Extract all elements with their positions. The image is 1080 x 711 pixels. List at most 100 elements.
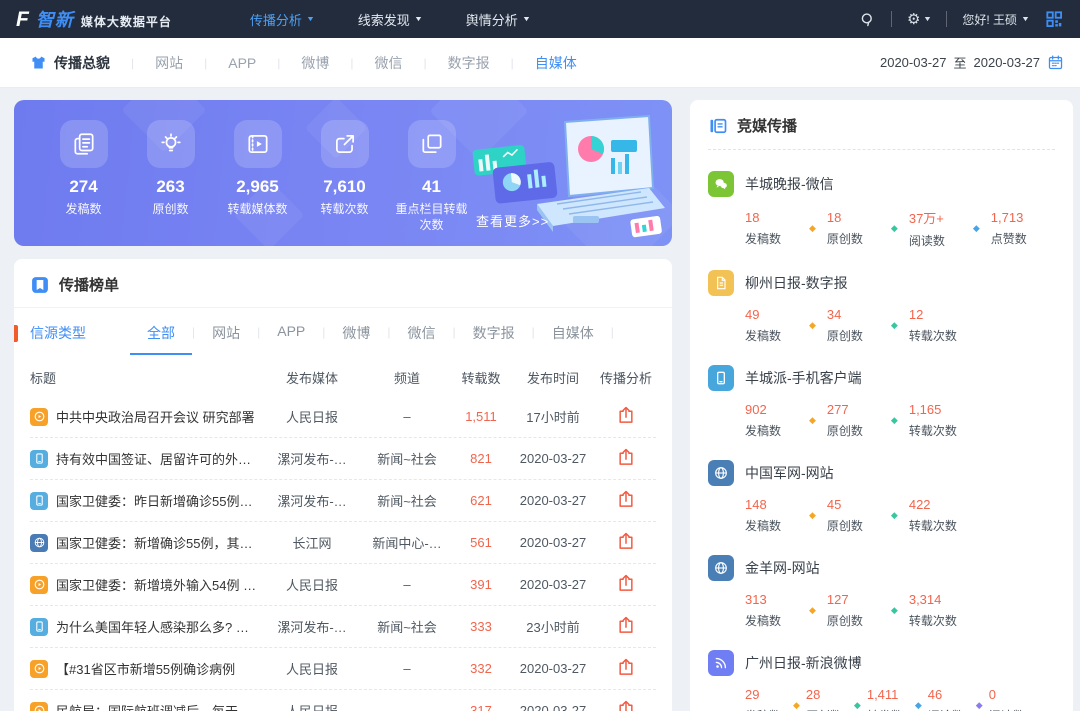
filter-tab-6[interactable]: 数字报 bbox=[456, 323, 532, 355]
spread-analysis-button[interactable] bbox=[616, 657, 636, 677]
banner-stats: 274 发稿数 263 原创数 2,965 转载媒体数 7,610 转载次数 4… bbox=[40, 120, 672, 233]
channel: – bbox=[362, 661, 452, 676]
logo-brand-text: 智新 bbox=[36, 6, 74, 32]
search-icon[interactable] bbox=[859, 11, 876, 28]
banner-stat-value: 2,965 bbox=[214, 177, 301, 197]
channel: 新闻~社会 bbox=[362, 491, 452, 510]
article-title-link[interactable]: 【#31省区市新增55例确诊病例 bbox=[56, 659, 235, 678]
article-title-link[interactable]: 民航局：国际航班调减后，每天… bbox=[56, 701, 251, 711]
diamond-separator-icon: ◆ bbox=[891, 320, 898, 331]
table-row: 国家卫健委：新增境外输入54例 … 人民日报 – 391 2020-03-27 bbox=[30, 564, 656, 606]
competitor-name-row[interactable]: 广州日报-新浪微博 bbox=[708, 650, 1055, 676]
qr-code-icon[interactable] bbox=[1044, 9, 1064, 29]
filter-tab-1[interactable]: 全部 bbox=[130, 323, 192, 355]
app-source-icon bbox=[30, 492, 48, 510]
tab-5[interactable]: 微信 bbox=[354, 53, 424, 73]
banner-stat-value: 274 bbox=[40, 177, 127, 197]
stat-value: 29 bbox=[745, 687, 793, 702]
filter-tab-4[interactable]: 微博 bbox=[325, 323, 387, 355]
publish-media: 人民日报 bbox=[262, 407, 362, 426]
source-type-filter-row: 信源类型 全部 | 网站 | APP | 微博 | 微信 | 数字报 | 自媒体… bbox=[14, 308, 672, 355]
competitor-name-row[interactable]: 柳州日报-数字报 bbox=[708, 270, 1055, 296]
filter-tab-7[interactable]: 自媒体 bbox=[535, 323, 611, 355]
banner-stat: 7,610 转载次数 bbox=[301, 120, 388, 233]
spread-analysis-button[interactable] bbox=[616, 447, 636, 467]
spread-analysis-button[interactable] bbox=[616, 615, 636, 635]
settings-gear-icon[interactable]: ⚙▼ bbox=[907, 10, 931, 28]
wechat-icon bbox=[708, 171, 734, 197]
repost-count: 332 bbox=[452, 661, 510, 676]
web-source-icon bbox=[30, 534, 48, 552]
banner-stat: 274 发稿数 bbox=[40, 120, 127, 233]
stat-value: 0 bbox=[989, 687, 1037, 702]
article-title-link[interactable]: 持有效中国签证、居留许可的外… bbox=[56, 449, 251, 468]
competitor-name-row[interactable]: 中国军网-网站 bbox=[708, 460, 1055, 486]
publish-media: 长江网 bbox=[262, 533, 362, 552]
banner-stat-value: 41 bbox=[388, 177, 475, 197]
spread-analysis-button[interactable] bbox=[616, 489, 636, 509]
stat-value: 1,411 bbox=[867, 687, 915, 702]
banner-stat: 41 重点栏目转载次数 bbox=[388, 120, 475, 233]
tab-3[interactable]: APP bbox=[207, 55, 277, 71]
nav-menu-2[interactable]: 线索发现▼ bbox=[358, 10, 422, 29]
stat-value: 1,713 bbox=[991, 210, 1055, 225]
spread-analysis-button[interactable] bbox=[616, 699, 636, 711]
competitor-name-row[interactable]: 羊城派-手机客户端 bbox=[708, 365, 1055, 391]
publish-time: 2020-03-27 bbox=[510, 493, 596, 508]
filter-tab-2[interactable]: 网站 bbox=[195, 323, 257, 355]
calendar-icon[interactable] bbox=[1047, 54, 1064, 71]
user-greeting-menu[interactable]: 您好! 王硕 ▼ bbox=[962, 11, 1029, 28]
stat-label: 转载次数 bbox=[909, 517, 973, 534]
diamond-separator-icon: ◆ bbox=[973, 223, 980, 234]
spread-analysis-button[interactable] bbox=[616, 531, 636, 551]
app-source-icon bbox=[30, 618, 48, 636]
section-tabs: 传播总貌 | 网站 | APP | 微博 | 微信 | 数字报 | 自媒体 bbox=[30, 53, 598, 73]
competitor-name-row[interactable]: 金羊网-网站 bbox=[708, 555, 1055, 581]
date-range-picker[interactable]: 2020-03-27 至 2020-03-27 bbox=[880, 53, 1064, 72]
diamond-separator-icon: ◆ bbox=[891, 605, 898, 616]
divider bbox=[891, 11, 892, 27]
filter-tab-3[interactable]: APP bbox=[260, 323, 322, 351]
col-header-time: 发布时间 bbox=[510, 368, 596, 387]
competitor-name: 羊城派-手机客户端 bbox=[745, 368, 862, 388]
divider bbox=[946, 11, 947, 27]
tab-6[interactable]: 数字报 bbox=[427, 53, 511, 73]
section-tab-bar: 传播总貌 | 网站 | APP | 微博 | 微信 | 数字报 | 自媒体 20… bbox=[0, 38, 1080, 88]
article-title-link[interactable]: 国家卫健委：昨日新增确诊55例… bbox=[56, 491, 252, 510]
competitor-stat: 0阅读数 bbox=[989, 687, 1037, 711]
spread-analysis-button[interactable] bbox=[616, 405, 636, 425]
article-title-link[interactable]: 为什么美国年轻人感染那么多? … bbox=[56, 617, 249, 636]
video-source-icon bbox=[30, 702, 48, 711]
tab-4[interactable]: 微博 bbox=[280, 53, 350, 73]
competitor-name: 羊城晚报-微信 bbox=[745, 174, 834, 194]
stat-label: 原创数 bbox=[827, 230, 891, 247]
competitor-stats: 313发稿数◆127原创数◆3,314转载次数 bbox=[745, 592, 1055, 629]
table-row: 国家卫健委：新增确诊55例，其… 长江网 新闻中心-… 561 2020-03-… bbox=[30, 522, 656, 564]
view-more-link[interactable]: 查看更多>> bbox=[476, 211, 549, 230]
spread-analysis-button[interactable] bbox=[616, 573, 636, 593]
nav-menu-3[interactable]: 舆情分析▼ bbox=[466, 10, 530, 29]
competitor-item: 中国军网-网站 148发稿数◆45原创数◆422转载次数 bbox=[708, 460, 1055, 534]
tab-1[interactable]: 传播总貌 bbox=[30, 53, 131, 73]
tab-7[interactable]: 自媒体 bbox=[514, 53, 598, 73]
filter-label[interactable]: 信源类型 bbox=[30, 323, 86, 355]
page-content: 274 发稿数 263 原创数 2,965 转载媒体数 7,610 转载次数 4… bbox=[0, 88, 1080, 711]
filter-tab-5[interactable]: 微信 bbox=[391, 323, 453, 355]
banner-stat-label: 转载媒体数 bbox=[214, 202, 301, 218]
article-title-link[interactable]: 国家卫健委：新增境外输入54例 … bbox=[56, 575, 256, 594]
article-title-link[interactable]: 中共中央政治局召开会议 研究部署 bbox=[56, 407, 255, 426]
nav-menu-1[interactable]: 传播分析▼ bbox=[250, 10, 314, 29]
stat-value: 313 bbox=[745, 592, 809, 607]
stat-value: 34 bbox=[827, 307, 891, 322]
stat-value: 28 bbox=[806, 687, 854, 702]
diamond-separator-icon: ◆ bbox=[976, 700, 983, 711]
app-logo[interactable]: F 智新 媒体大数据平台 bbox=[16, 6, 172, 32]
channel: 新闻中心-… bbox=[362, 533, 452, 552]
tab-2[interactable]: 网站 bbox=[134, 53, 204, 73]
article-title-link[interactable]: 国家卫健委：新增确诊55例，其… bbox=[56, 533, 252, 552]
competitor-name-row[interactable]: 羊城晚报-微信 bbox=[708, 171, 1055, 197]
diamond-separator-icon: ◆ bbox=[891, 510, 898, 521]
publish-time: 2020-03-27 bbox=[510, 451, 596, 466]
table-header-row: 标题 发布媒体 频道 转载数 发布时间 传播分析 bbox=[30, 355, 656, 396]
stat-label: 转载次数 bbox=[909, 612, 973, 629]
